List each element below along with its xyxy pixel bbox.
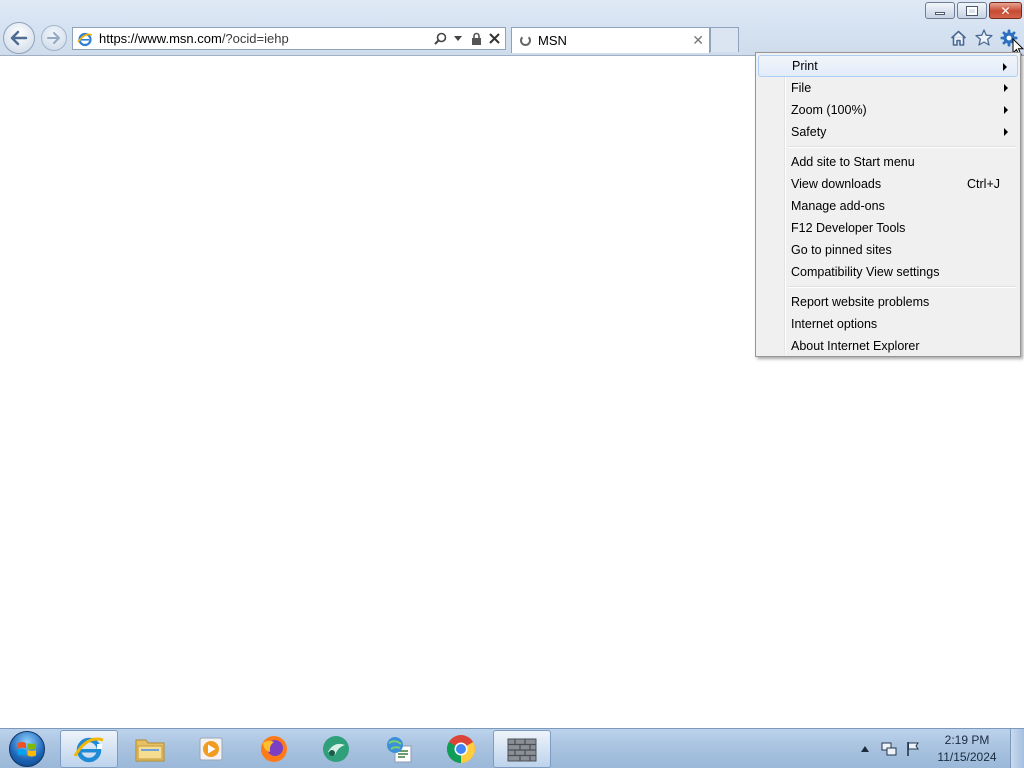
ie-page-icon — [77, 32, 93, 46]
command-icons — [949, 28, 1018, 47]
internet-explorer-icon — [73, 737, 104, 763]
submenu-arrow-icon — [1004, 128, 1008, 136]
menu-item-manage-add-ons[interactable]: Manage add-ons — [758, 195, 1018, 217]
taskbar-chrome[interactable] — [432, 730, 490, 768]
new-tab-button[interactable] — [710, 27, 739, 52]
show-desktop-button[interactable] — [1010, 729, 1024, 768]
clock[interactable]: 2:19 PM 11/15/2024 — [928, 732, 1006, 766]
taskbar: 2:19 PM 11/15/2024 — [0, 728, 1024, 768]
forward-arrow-icon — [47, 32, 60, 44]
lock-icon[interactable] — [469, 31, 483, 47]
menu-item-about-internet-explorer[interactable]: About Internet Explorer — [758, 335, 1018, 357]
dropdown-arrow-icon[interactable] — [451, 31, 465, 47]
search-icon[interactable] — [433, 31, 447, 47]
system-tray: 2:19 PM 11/15/2024 — [856, 729, 1024, 768]
network-globe-icon — [387, 737, 412, 763]
menu-item-label: F12 Developer Tools — [791, 221, 906, 235]
menu-item-add-site-to-start-menu[interactable]: Add site to Start menu — [758, 151, 1018, 173]
submenu-arrow-icon — [1003, 63, 1007, 71]
browser-chrome: ✕ https://www.msn.com/?ocid=iehp MSN ✕ — [0, 0, 1024, 56]
menu-item-label: Print — [792, 59, 818, 73]
clock-time: 2:19 PM — [944, 733, 990, 747]
action-center-flag-icon[interactable] — [904, 740, 922, 758]
restore-icon — [966, 5, 978, 16]
favorites-star-icon[interactable] — [974, 28, 993, 47]
green-circle-app-icon — [323, 736, 349, 762]
menu-item-label: Zoom (100%) — [791, 103, 867, 117]
taskbar-firewall[interactable] — [493, 730, 551, 768]
url-text: https://www.msn.com/?ocid=iehp — [99, 31, 289, 46]
menu-item-compatibility-view-settings[interactable]: Compatibility View settings — [758, 261, 1018, 283]
clock-date: 11/15/2024 — [937, 750, 997, 764]
menu-item-file[interactable]: File — [758, 77, 1018, 99]
menu-item-internet-options[interactable]: Internet options — [758, 313, 1018, 335]
close-icon: ✕ — [1000, 3, 1011, 18]
tab-msn[interactable]: MSN ✕ — [511, 27, 710, 53]
menu-item-go-to-pinned-sites[interactable]: Go to pinned sites — [758, 239, 1018, 261]
menu-item-label: View downloads — [791, 177, 882, 191]
back-button[interactable] — [3, 22, 35, 54]
address-bar[interactable]: https://www.msn.com/?ocid=iehp — [72, 27, 506, 50]
window-controls: ✕ — [925, 2, 1022, 19]
taskbar-media-player[interactable] — [183, 730, 241, 768]
menu-item-label: Internet options — [791, 317, 878, 331]
taskbar-firefox[interactable] — [245, 730, 303, 768]
windows-logo-icon — [9, 731, 45, 767]
menu-item-report-website-problems[interactable]: Report website problems — [758, 291, 1018, 313]
menu-item-label: Add site to Start menu — [791, 155, 915, 169]
menu-item-label: File — [791, 81, 812, 95]
forward-button[interactable] — [41, 25, 67, 51]
menu-item-label: Compatibility View settings — [791, 265, 940, 279]
tab-title: MSN — [538, 33, 567, 48]
menu-item-label: Go to pinned sites — [791, 243, 892, 257]
menu-item-print[interactable]: Print — [758, 55, 1018, 77]
chrome-icon — [447, 735, 475, 763]
tab-close-icon[interactable]: ✕ — [692, 32, 704, 49]
close-window-button[interactable]: ✕ — [989, 2, 1022, 19]
submenu-arrow-icon — [1004, 106, 1008, 114]
tools-menu: Print File Zoom (100%) Safety Add site to St… — [755, 52, 1021, 357]
taskbar-internet-explorer[interactable] — [60, 730, 118, 768]
loading-spinner-icon — [520, 35, 531, 46]
menu-item-shortcut: Ctrl+J — [967, 177, 1000, 191]
restore-button[interactable] — [957, 2, 987, 19]
network-icon[interactable] — [880, 740, 898, 758]
menu-item-label: Safety — [791, 125, 827, 139]
taskbar-network-tool[interactable] — [370, 730, 428, 768]
firefox-icon — [261, 736, 287, 762]
start-button[interactable] — [4, 730, 50, 768]
stop-icon[interactable] — [487, 31, 501, 47]
menu-item-safety[interactable]: Safety — [758, 121, 1018, 143]
show-hidden-icons-icon[interactable] — [856, 740, 874, 758]
taskbar-green-circle-app[interactable] — [307, 730, 365, 768]
menu-item-f12-developer-tools[interactable]: F12 Developer Tools — [758, 217, 1018, 239]
menu-separator — [788, 143, 1018, 151]
menu-item-zoom-100[interactable]: Zoom (100%) — [758, 99, 1018, 121]
menu-item-label: About Internet Explorer — [791, 339, 920, 353]
firewall-brick-icon — [507, 738, 537, 762]
submenu-arrow-icon — [1004, 84, 1008, 92]
menu-item-label: Manage add-ons — [791, 199, 885, 213]
menu-item-view-downloads[interactable]: View downloads Ctrl+J — [758, 173, 1018, 195]
taskbar-file-explorer[interactable] — [121, 730, 179, 768]
media-player-icon — [199, 737, 223, 761]
menu-separator — [788, 283, 1018, 291]
home-icon[interactable] — [949, 28, 968, 47]
menu-item-label: Report website problems — [791, 295, 930, 309]
minimize-icon — [935, 12, 945, 15]
back-arrow-icon — [10, 30, 28, 46]
minimize-button[interactable] — [925, 2, 955, 19]
folder-icon — [135, 739, 165, 762]
